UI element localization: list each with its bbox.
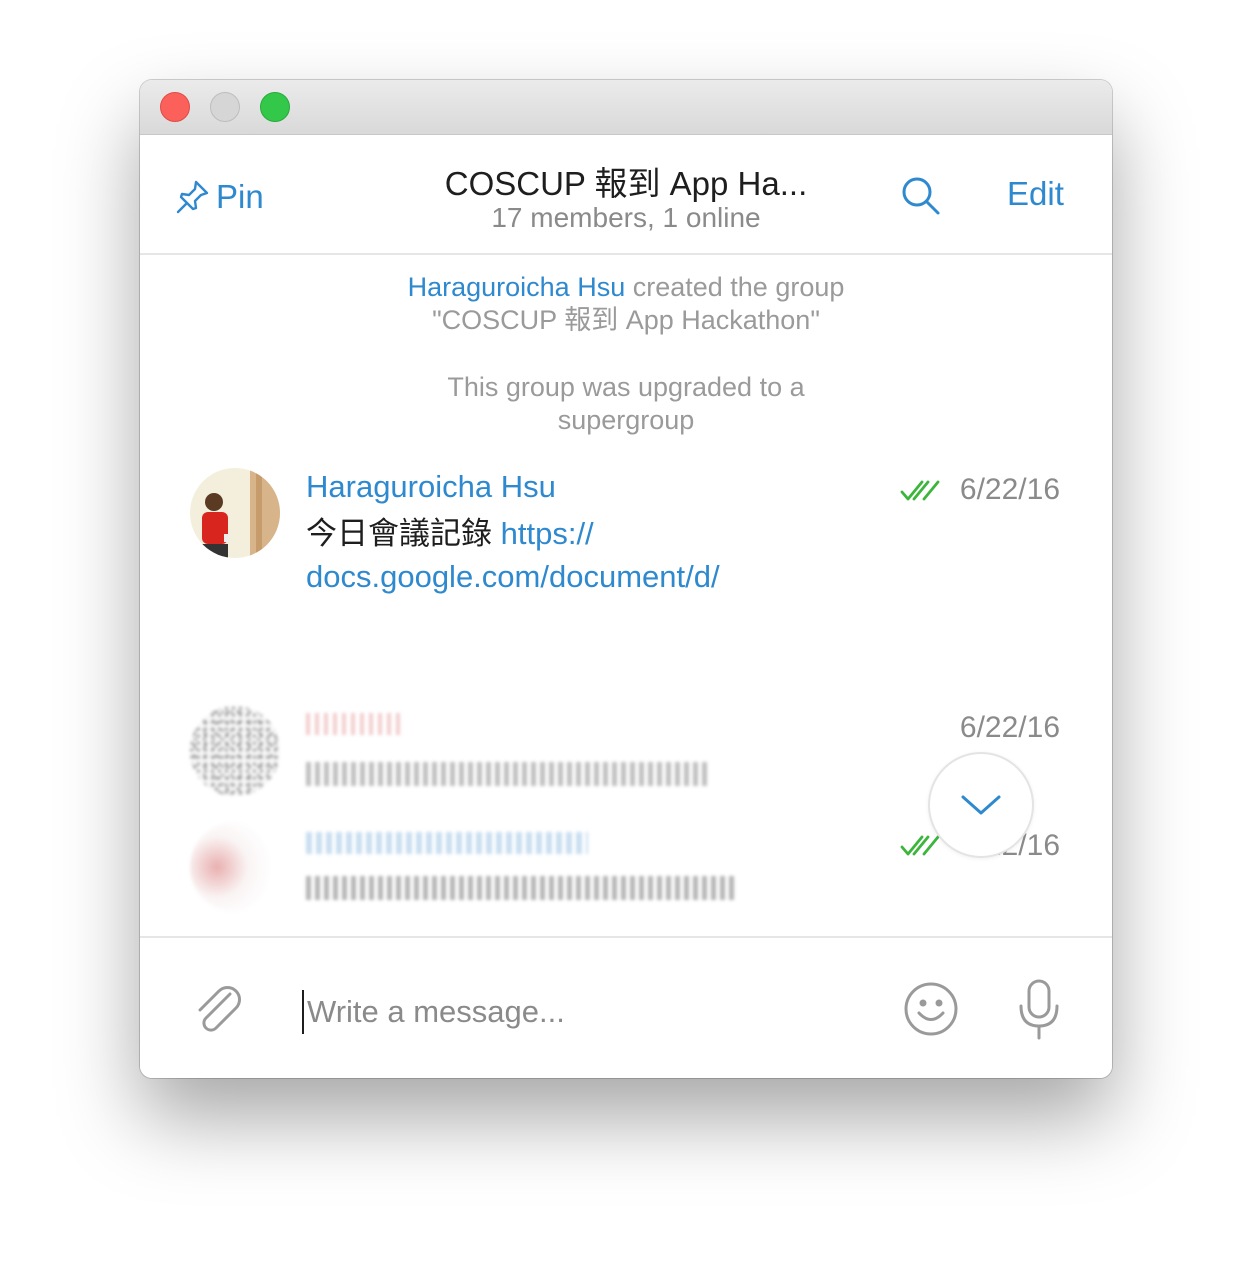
- scroll-to-bottom-button[interactable]: [928, 752, 1034, 858]
- message-composer: Write a message...: [140, 936, 1112, 1078]
- message-link[interactable]: https://: [501, 516, 594, 551]
- upgraded-text-line2: supergroup: [557, 405, 695, 435]
- service-message-created: Haraguroicha Hsu created the group "COSC…: [140, 271, 1112, 337]
- avatar[interactable]: [190, 468, 280, 558]
- microphone-icon: [1019, 979, 1059, 1040]
- service-message-upgraded: This group was upgraded to a supergroup: [140, 371, 1112, 437]
- creator-name-link[interactable]: Haraguroicha Hsu: [408, 272, 626, 302]
- message-date: 6/22/16: [959, 711, 1060, 744]
- minimize-window-button[interactable]: [210, 92, 240, 122]
- close-window-button[interactable]: [160, 92, 190, 122]
- message-text: 今日會議記錄 https:// docs.google.com/document…: [306, 512, 866, 598]
- search-button[interactable]: [900, 175, 942, 217]
- paperclip-icon: [198, 986, 241, 1032]
- message-date: 6/22/16: [959, 473, 1060, 506]
- attach-button[interactable]: [192, 984, 246, 1038]
- message-input[interactable]: Write a message...: [302, 990, 867, 1034]
- double-check-icon: [900, 480, 940, 501]
- avatar[interactable]: [190, 706, 280, 796]
- emoji-button[interactable]: [902, 980, 960, 1038]
- message-author[interactable]: Haraguroicha Hsu: [306, 469, 556, 505]
- double-check-icon: [900, 835, 940, 856]
- avatar-photo: [190, 468, 280, 558]
- chat-header: Pin COSCUP 報到 App Ha... 17 members, 1 on…: [140, 135, 1112, 255]
- avatar[interactable]: [190, 822, 280, 912]
- message-body: 今日會議記錄: [306, 516, 492, 551]
- edit-button[interactable]: Edit: [1007, 175, 1064, 213]
- chevron-down-icon: [961, 795, 1001, 815]
- message-link-continued[interactable]: docs.google.com/document/d/: [306, 559, 720, 594]
- title-bar: [140, 80, 1112, 135]
- chat-subtitle: 17 members, 1 online: [491, 202, 761, 233]
- maximize-window-button[interactable]: [260, 92, 290, 122]
- telegram-window: Pin COSCUP 報到 App Ha... 17 members, 1 on…: [140, 80, 1112, 1078]
- created-text: created the group: [632, 272, 845, 302]
- upgraded-text-line1: This group was upgraded to a: [447, 372, 805, 402]
- redacted-author: [306, 713, 402, 735]
- search-icon: [902, 177, 940, 215]
- group-name-text: "COSCUP 報到 App Hackathon": [432, 305, 820, 335]
- chat-title[interactable]: COSCUP 報到 App Ha...: [140, 157, 1112, 205]
- redacted-message-text: [306, 762, 710, 786]
- smiley-icon: [904, 982, 958, 1036]
- voice-record-button[interactable]: [1016, 978, 1062, 1042]
- redacted-message-text: [306, 876, 736, 900]
- redacted-author: [306, 832, 588, 854]
